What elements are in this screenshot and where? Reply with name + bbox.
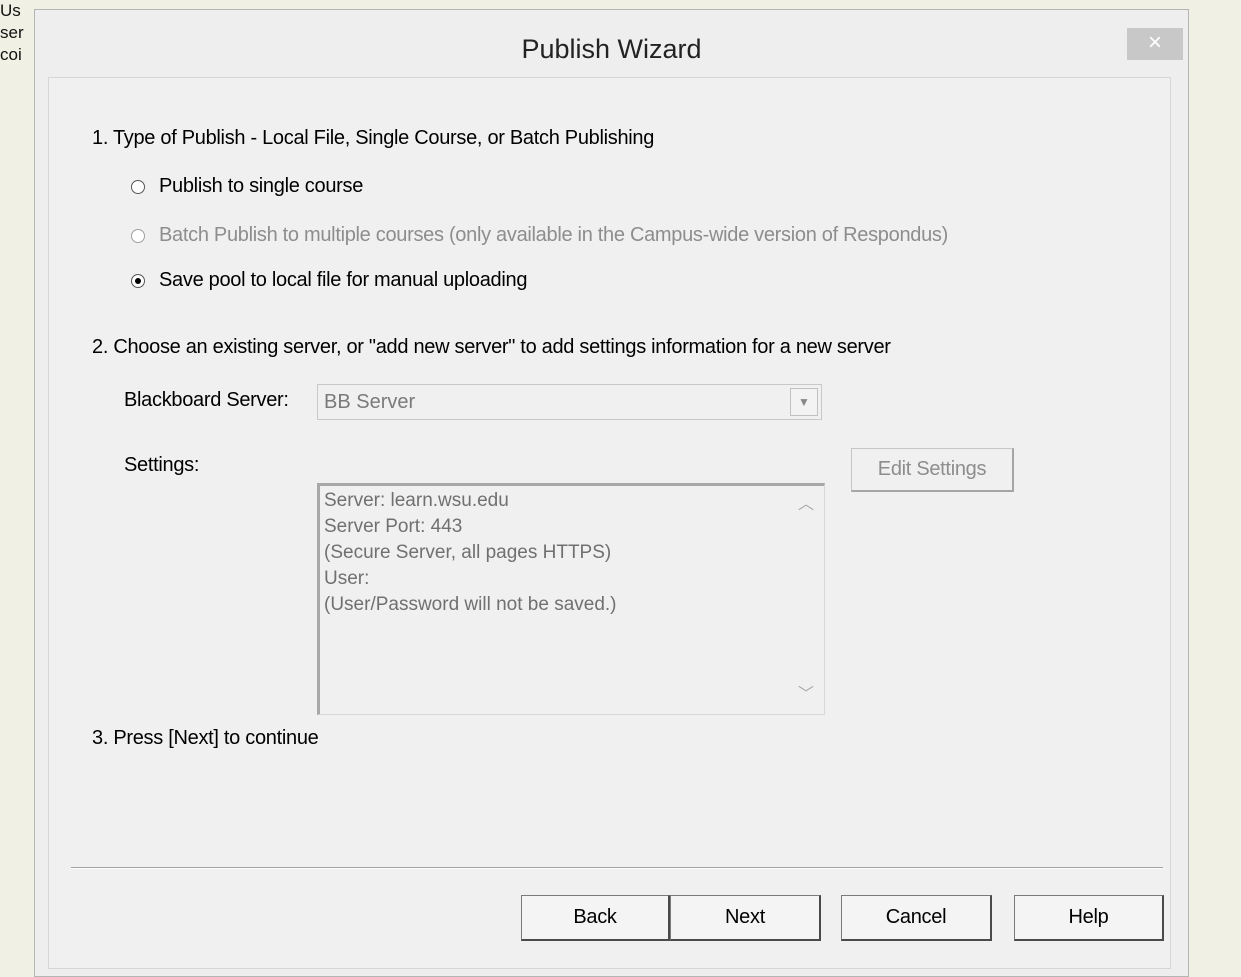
- settings-line: Server: learn.wsu.edu: [324, 490, 509, 511]
- scroll-up-icon[interactable]: ︿: [798, 492, 814, 518]
- background-text-line: coi: [0, 45, 22, 64]
- help-button[interactable]: Help: [1014, 895, 1164, 941]
- back-button[interactable]: Back: [521, 895, 670, 941]
- step1-label: 1. Type of Publish - Local File, Single …: [92, 127, 655, 149]
- publish-wizard-dialog: Publish Wizard × 1. Type of Publish - Lo…: [34, 9, 1189, 977]
- background-text-line: Us: [0, 1, 21, 20]
- radio-publish-single-course[interactable]: Publish to single course: [131, 175, 363, 198]
- separator-line: [71, 867, 1163, 869]
- scroll-down-icon[interactable]: ﹀: [798, 682, 814, 708]
- cancel-button[interactable]: Cancel: [841, 895, 992, 941]
- title-bar[interactable]: Publish Wizard ×: [35, 10, 1188, 77]
- blackboard-server-select[interactable]: BB Server ▼: [317, 384, 822, 420]
- edit-settings-button[interactable]: Edit Settings: [851, 448, 1014, 492]
- chevron-down-icon[interactable]: ▼: [790, 388, 818, 416]
- close-button[interactable]: ×: [1127, 28, 1183, 60]
- step2-label: 2. Choose an existing server, or "add ne…: [92, 336, 891, 358]
- close-icon: ×: [1147, 29, 1162, 56]
- radio-label: Publish to single course: [159, 175, 364, 197]
- dialog-title: Publish Wizard: [521, 34, 702, 64]
- radio-button[interactable]: [131, 179, 145, 194]
- radio-label: Batch Publish to multiple courses (only …: [159, 224, 948, 246]
- radio-button: [131, 228, 145, 243]
- settings-line: (Secure Server, all pages HTTPS): [324, 542, 612, 563]
- step3-label: 3. Press [Next] to continue: [92, 727, 319, 749]
- radio-button-selected[interactable]: [131, 273, 145, 288]
- radio-batch-publish: Batch Publish to multiple courses (only …: [131, 224, 948, 247]
- settings-label: Settings:: [124, 454, 200, 476]
- radio-label: Save pool to local file for manual uploa…: [159, 269, 528, 291]
- background-window-text: Us ser coi: [0, 0, 34, 66]
- next-button[interactable]: Next: [670, 895, 821, 941]
- settings-line: (User/Password will not be saved.): [324, 594, 617, 615]
- settings-textarea[interactable]: Server: learn.wsu.edu Server Port: 443 (…: [317, 483, 825, 715]
- background-text-line: ser: [0, 23, 24, 42]
- blackboard-server-label: Blackboard Server:: [124, 389, 289, 411]
- settings-line: Server Port: 443: [324, 516, 463, 537]
- wizard-content: 1. Type of Publish - Local File, Single …: [48, 77, 1171, 969]
- settings-line: User:: [324, 568, 370, 589]
- radio-save-local-file[interactable]: Save pool to local file for manual uploa…: [131, 269, 527, 292]
- server-select-value: BB Server: [324, 391, 416, 413]
